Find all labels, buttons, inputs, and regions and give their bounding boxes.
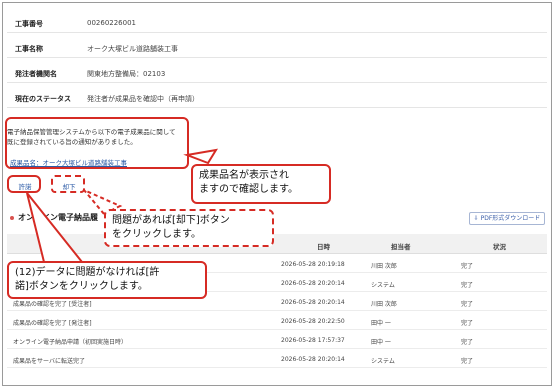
callout-text-line: 諾]ボタンをクリックします。 (15, 281, 148, 292)
col-header-person: 担当者 (391, 243, 411, 251)
row-status: 完了 (461, 282, 474, 289)
table-row: オンライン電子納品申請（初回実施日時） 2026-05-28 17:57:37 … (7, 330, 547, 349)
row-person: 田中 一 (371, 339, 391, 346)
info-label: 発注者機関名 (15, 70, 57, 78)
callout-text-line: 問題があれば[却下]ボタン (112, 215, 230, 226)
section-title: オンライン電子納品履 (10, 212, 98, 223)
info-row-orderer: 発注者機関名 関東地方整備局：02103 (7, 61, 547, 83)
info-label: 工事番号 (15, 20, 43, 28)
row-datetime: 2026-05-28 20:20:14 (281, 280, 345, 287)
table-row: 成果品をサーバに転送完了 2026-05-28 20:20:14 システム 完了 (7, 349, 547, 368)
row-datetime: 2026-05-28 20:20:14 (281, 299, 345, 306)
row-datetime: 2026-05-28 20:19:18 (281, 261, 345, 268)
col-header-status: 状況 (493, 243, 506, 251)
approve-highlight (7, 175, 41, 193)
row-status: 完了 (461, 301, 474, 308)
row-name: 成果品の確認を完了 [受注者] (13, 301, 92, 308)
col-header-datetime: 日時 (317, 243, 330, 251)
section-title-text: オンライン電子納品履 (18, 213, 98, 222)
info-row-construction-number: 工事番号 00260226001 (7, 11, 547, 33)
info-value: 関東地方整備局：02103 (87, 70, 166, 78)
callout-text-line: (12)データに問題がなければ[許 (15, 267, 160, 278)
callout-text-line: ますので確認します。 (199, 184, 298, 195)
row-person: 川田 次郎 (371, 301, 397, 308)
row-person: 川田 次郎 (371, 263, 397, 270)
pdf-download-button[interactable]: ⇩ PDF形式ダウンロード (469, 212, 545, 225)
callout-text-line: 成果品名が表示され (199, 170, 289, 181)
row-datetime: 2026-05-28 20:22:50 (281, 318, 345, 325)
reject-highlight (51, 175, 85, 193)
row-person: システム (371, 358, 395, 365)
row-status: 完了 (461, 320, 474, 327)
row-status: 完了 (461, 263, 474, 270)
row-name: オンライン電子納品申請（初回実施日時） (13, 339, 128, 346)
pdf-download-label: PDF形式ダウンロード (480, 215, 541, 222)
row-person: 田中 一 (371, 320, 391, 327)
bullet-icon (10, 215, 14, 220)
row-status: 完了 (461, 339, 474, 346)
row-name: 成果品をサーバに転送完了 (13, 358, 85, 365)
row-datetime: 2026-05-28 20:20:14 (281, 356, 345, 363)
row-name: 成果品の確認を完了 [発注者] (13, 320, 92, 327)
reject-callout: 問題があれば[却下]ボタン をクリックします。 (104, 209, 274, 247)
info-label: 現在のステータス (15, 95, 71, 103)
row-person: システム (371, 282, 395, 289)
product-name-callout: 成果品名が表示され ますので確認します。 (191, 164, 331, 204)
approve-callout: (12)データに問題がなければ[許 諾]ボタンをクリックします。 (7, 261, 207, 299)
product-name-highlight (5, 117, 189, 169)
download-icon: ⇩ (473, 215, 481, 222)
info-label: 工事名称 (15, 45, 43, 53)
info-value: 00260226001 (87, 19, 136, 27)
info-value: オーク大塚ビル道路舗装工事 (87, 45, 178, 53)
callout-text-line: をクリックします。 (112, 229, 201, 240)
row-status: 完了 (461, 358, 474, 365)
table-row: 成果品の確認を完了 [発注者] 2026-05-28 20:22:50 田中 一… (7, 311, 547, 330)
history-table-header: 日時 担当者 状況 (7, 234, 547, 254)
info-row-status: 現在のステータス 発注者が成果品を確認中（再申請） (7, 86, 547, 108)
info-value: 発注者が成果品を確認中（再申請） (87, 95, 199, 103)
info-row-construction-name: 工事名称 オーク大塚ビル道路舗装工事 (7, 36, 547, 58)
row-datetime: 2026-05-28 17:57:37 (281, 337, 345, 344)
